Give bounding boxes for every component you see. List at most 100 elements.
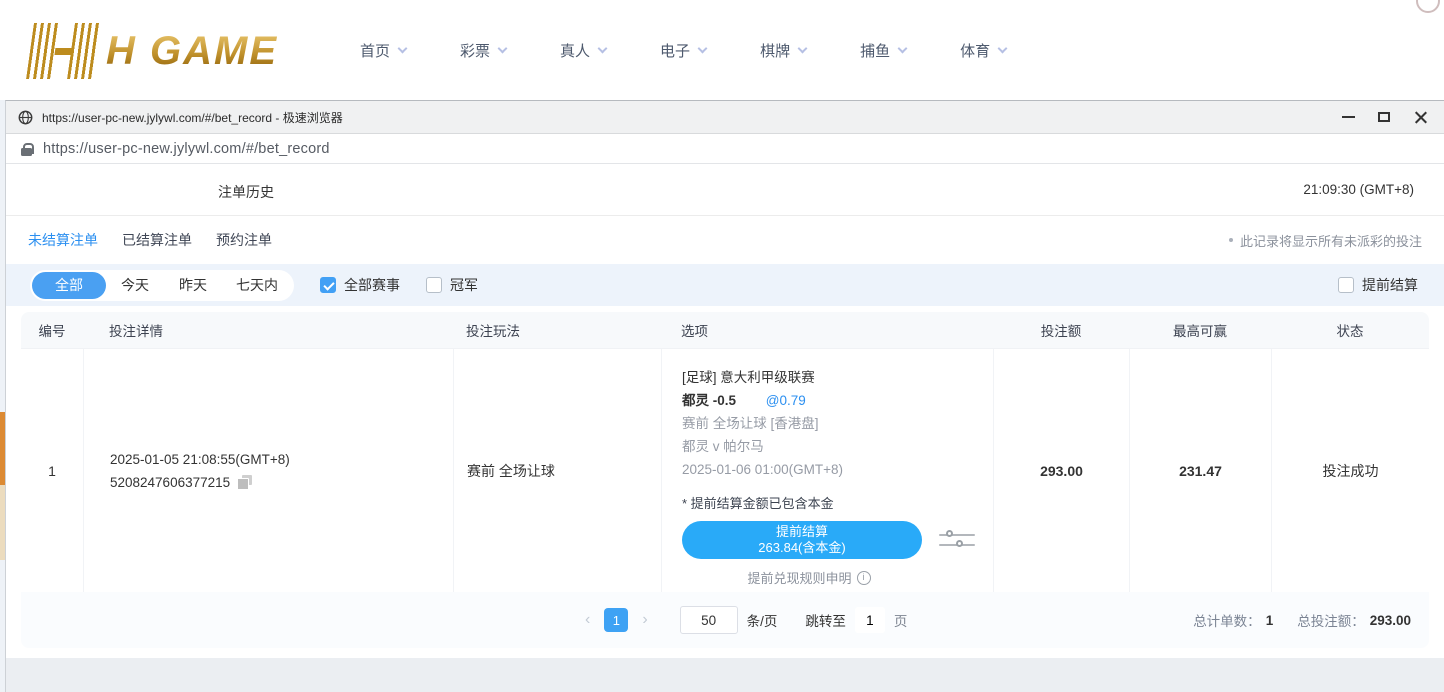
site-header: H GAME 首页 彩票 真人 电子 棋牌 捕鱼 体育 (0, 0, 1444, 100)
chevron-down-icon (998, 43, 1008, 53)
lock-icon (21, 143, 32, 156)
browser-window: https://user-pc-new.jylywl.com/#/bet_rec… (5, 100, 1444, 692)
window-bottom-strip (6, 658, 1444, 692)
main-nav: 首页 彩票 真人 电子 棋牌 捕鱼 体育 (360, 0, 1006, 100)
cell-status: 投注成功 (1271, 349, 1429, 592)
date-filter-group: 全部 今天 昨天 七天内 (30, 270, 294, 301)
nav-item-live[interactable]: 真人 (560, 40, 606, 61)
date-filter-7days[interactable]: 七天内 (222, 270, 292, 301)
logo-text: H GAME (106, 29, 278, 74)
bet-id: 5208247606377215 (110, 475, 230, 490)
current-page-button[interactable]: 1 (604, 608, 628, 632)
col-header-play: 投注玩法 (453, 320, 661, 340)
sliders-icon[interactable] (939, 534, 975, 546)
cashout-rules-link[interactable]: 提前兑现规则申明 (682, 568, 936, 587)
table-footer: ‹ 1 › 条/页 跳转至 页 总计单数： 1 总投注额： (21, 592, 1429, 648)
date-filter-yesterday[interactable]: 昨天 (164, 270, 222, 301)
col-header-details: 投注详情 (83, 320, 453, 340)
per-page-label: 条/页 (747, 610, 778, 630)
chevron-down-icon (898, 43, 908, 53)
url-field[interactable]: https://user-pc-new.jylywl.com/#/bet_rec… (43, 141, 330, 157)
filter-bar: 全部 今天 昨天 七天内 全部赛事 冠军 提前结算 (6, 264, 1444, 306)
all-events-checkbox[interactable]: 全部赛事 (320, 275, 400, 295)
summary-totals: 总计单数： 1 总投注额： 293.00 (1193, 592, 1411, 648)
corner-orb-icon (1416, 0, 1440, 13)
close-icon (1414, 111, 1427, 124)
chevron-down-icon (698, 43, 708, 53)
total-count-label: 总计单数： (1193, 610, 1261, 630)
tab-reserved[interactable]: 预约注单 (216, 230, 272, 250)
cashout-button[interactable]: 提前结算 263.84(含本金) (682, 521, 922, 559)
chevron-down-icon (598, 43, 608, 53)
table-row: 1 2025-01-05 21:08:55(GMT+8) 52082476063… (21, 348, 1429, 592)
globe-favicon (18, 110, 33, 125)
unsettled-note: 此记录将显示所有未派彩的投注 (1229, 216, 1422, 264)
league: [足球] 意大利甲级联赛 (682, 370, 975, 385)
early-settle-checkbox[interactable]: 提前结算 (1338, 275, 1418, 295)
col-header-selection: 选项 (661, 320, 993, 340)
close-button[interactable] (1402, 101, 1438, 133)
tab-unsettled[interactable]: 未结算注单 (28, 230, 98, 250)
pagination: ‹ 1 › 条/页 跳转至 页 (577, 592, 907, 648)
odds: @0.79 (766, 393, 806, 408)
page-content: 注单历史 21:09:30 (GMT+8) 未结算注单 已结算注单 预约注单 此… (6, 164, 1444, 648)
server-time: 21:09:30 (GMT+8) (1303, 182, 1414, 197)
chevron-down-icon (398, 43, 408, 53)
checkbox-checked-icon (320, 277, 336, 293)
jump-label: 跳转至 (805, 610, 846, 630)
col-header-stake: 投注额 (993, 320, 1129, 340)
maximize-icon (1378, 112, 1390, 122)
nav-item-slots[interactable]: 电子 (660, 40, 706, 61)
minimize-button[interactable] (1330, 101, 1366, 133)
cell-no: 1 (21, 349, 83, 592)
match-time: 2025-01-06 01:00(GMT+8) (682, 462, 975, 477)
bet-time: 2025-01-05 21:08:55(GMT+8) (110, 452, 453, 467)
nav-item-home[interactable]: 首页 (360, 40, 406, 61)
market: 赛前 全场让球 [香港盘] (682, 416, 975, 431)
page-title: 注单历史 (218, 182, 274, 202)
logo-bars-icon (26, 23, 102, 79)
cell-stake: 293.00 (993, 349, 1129, 592)
total-stake-label: 总投注额： (1297, 610, 1365, 630)
info-icon (857, 571, 871, 585)
chevron-down-icon (498, 43, 508, 53)
table-header: 编号 投注详情 投注玩法 选项 投注额 最高可赢 状态 (21, 312, 1429, 348)
champion-checkbox[interactable]: 冠军 (426, 275, 478, 295)
checkbox-unchecked-icon (426, 277, 442, 293)
total-stake-value: 293.00 (1370, 613, 1411, 628)
page-size-input[interactable] (680, 606, 738, 634)
nav-item-fishing[interactable]: 捕鱼 (860, 40, 906, 61)
minimize-icon (1342, 116, 1355, 118)
chevron-down-icon (798, 43, 808, 53)
pick: 都灵 -0.5 (682, 393, 736, 408)
browser-titlebar: https://user-pc-new.jylywl.com/#/bet_rec… (6, 101, 1444, 134)
tabs-row: 未结算注单 已结算注单 预约注单 此记录将显示所有未派彩的投注 (6, 216, 1444, 264)
jump-page-input[interactable] (855, 607, 885, 633)
address-bar: https://user-pc-new.jylywl.com/#/bet_rec… (6, 134, 1444, 164)
tab-settled[interactable]: 已结算注单 (122, 230, 192, 250)
cell-play-type: 赛前 全场让球 (453, 349, 661, 592)
date-filter-today[interactable]: 今天 (106, 270, 164, 301)
next-page-button[interactable]: › (634, 611, 655, 629)
prev-page-button[interactable]: ‹ (577, 611, 598, 629)
page-unit-label: 页 (894, 610, 908, 630)
col-header-status: 状态 (1271, 320, 1429, 340)
checkbox-unchecked-icon (1338, 277, 1354, 293)
date-filter-all[interactable]: 全部 (32, 272, 106, 299)
site-logo[interactable]: H GAME (30, 20, 278, 82)
window-controls (1330, 101, 1438, 133)
page-head: 注单历史 21:09:30 (GMT+8) (6, 164, 1444, 216)
nav-item-lottery[interactable]: 彩票 (460, 40, 506, 61)
cell-selection: [足球] 意大利甲级联赛 都灵 -0.5 @0.79 赛前 全场让球 [香港盘]… (661, 349, 993, 592)
nav-item-sports[interactable]: 体育 (960, 40, 1006, 61)
copy-icon[interactable] (237, 475, 252, 490)
maximize-button[interactable] (1366, 101, 1402, 133)
cell-max-win: 231.47 (1129, 349, 1271, 592)
nav-item-cards[interactable]: 棋牌 (760, 40, 806, 61)
total-count-value: 1 (1266, 613, 1274, 628)
match: 都灵 v 帕尔马 (682, 439, 975, 454)
window-title: https://user-pc-new.jylywl.com/#/bet_rec… (42, 109, 343, 126)
bet-table: 编号 投注详情 投注玩法 选项 投注额 最高可赢 状态 1 2025-01-05… (21, 312, 1429, 648)
col-header-no: 编号 (21, 320, 83, 340)
cell-details: 2025-01-05 21:08:55(GMT+8) 5208247606377… (83, 349, 453, 592)
